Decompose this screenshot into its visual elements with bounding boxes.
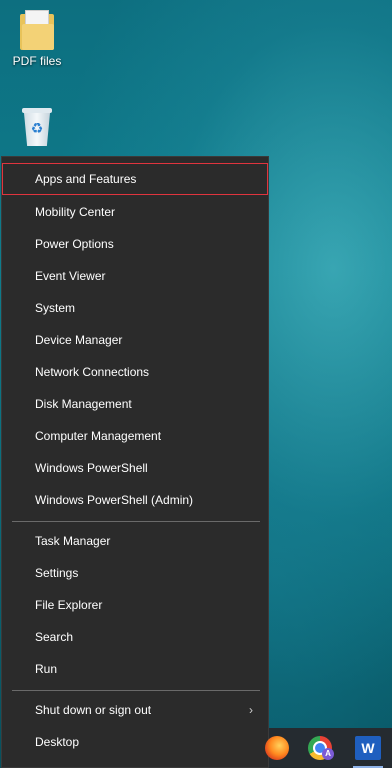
menu-item-disk-management[interactable]: Disk Management bbox=[2, 388, 268, 420]
menu-item-windows-powershell-admin[interactable]: Windows PowerShell (Admin) bbox=[2, 484, 268, 516]
menu-item-label: Search bbox=[35, 630, 74, 644]
menu-item-label: Event Viewer bbox=[35, 269, 106, 283]
menu-item-shut-down-or-sign-out[interactable]: Shut down or sign out › bbox=[2, 694, 268, 726]
menu-item-label: Windows PowerShell bbox=[35, 461, 148, 475]
menu-separator bbox=[12, 521, 260, 522]
desktop-icon-label: PDF files bbox=[12, 54, 62, 68]
menu-item-search[interactable]: Search bbox=[2, 621, 268, 653]
menu-item-windows-powershell[interactable]: Windows PowerShell bbox=[2, 452, 268, 484]
menu-item-label: Disk Management bbox=[35, 397, 132, 411]
menu-separator bbox=[12, 690, 260, 691]
menu-item-label: Windows PowerShell (Admin) bbox=[35, 493, 194, 507]
menu-item-apps-and-features[interactable]: Apps and Features bbox=[2, 163, 268, 195]
menu-item-label: Device Manager bbox=[35, 333, 123, 347]
taskbar: A W bbox=[265, 728, 392, 768]
menu-item-label: Settings bbox=[35, 566, 79, 580]
menu-item-label: Power Options bbox=[35, 237, 114, 251]
menu-item-network-connections[interactable]: Network Connections bbox=[2, 356, 268, 388]
chrome-profile-badge: A bbox=[322, 748, 334, 760]
firefox-icon[interactable] bbox=[265, 736, 289, 760]
menu-item-power-options[interactable]: Power Options bbox=[2, 228, 268, 260]
menu-item-label: System bbox=[35, 301, 76, 315]
menu-item-label: Task Manager bbox=[35, 534, 111, 548]
menu-item-run[interactable]: Run bbox=[2, 653, 268, 685]
menu-item-file-explorer[interactable]: File Explorer bbox=[2, 589, 268, 621]
menu-item-label: Apps and Features bbox=[35, 172, 137, 186]
chevron-right-icon: › bbox=[249, 703, 253, 717]
menu-item-label: Desktop bbox=[35, 735, 80, 749]
desktop-icon-pdf-files[interactable]: PDF files bbox=[0, 10, 74, 68]
menu-item-desktop[interactable]: Desktop bbox=[2, 726, 268, 758]
winx-context-menu: Apps and Features Mobility Center Power … bbox=[1, 156, 269, 768]
menu-item-settings[interactable]: Settings bbox=[2, 557, 268, 589]
menu-item-mobility-center[interactable]: Mobility Center bbox=[2, 196, 268, 228]
menu-item-device-manager[interactable]: Device Manager bbox=[2, 324, 268, 356]
menu-item-label: Mobility Center bbox=[35, 205, 116, 219]
menu-item-label: Computer Management bbox=[35, 429, 162, 443]
menu-item-label: Shut down or sign out bbox=[35, 703, 152, 717]
word-icon[interactable]: W bbox=[355, 736, 381, 760]
menu-item-computer-management[interactable]: Computer Management bbox=[2, 420, 268, 452]
menu-item-event-viewer[interactable]: Event Viewer bbox=[2, 260, 268, 292]
desktop-icon-recycle-bin[interactable]: ♻ bbox=[0, 108, 74, 148]
folder-icon bbox=[20, 10, 54, 50]
menu-item-label: Run bbox=[35, 662, 58, 676]
menu-item-task-manager[interactable]: Task Manager bbox=[2, 525, 268, 557]
recycle-bin-icon: ♻ bbox=[20, 108, 54, 148]
menu-item-label: Network Connections bbox=[35, 365, 150, 379]
menu-item-system[interactable]: System bbox=[2, 292, 268, 324]
menu-item-label: File Explorer bbox=[35, 598, 103, 612]
